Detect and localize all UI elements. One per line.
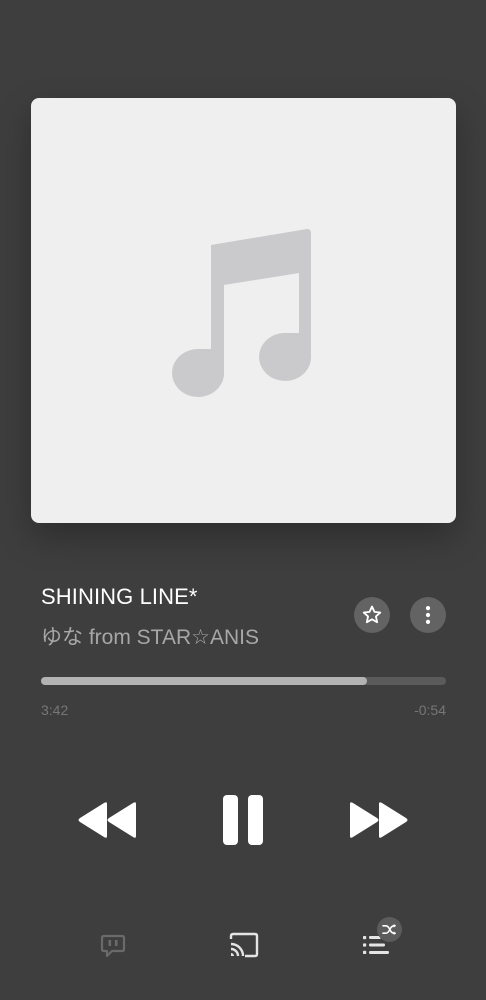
progress-bar[interactable] bbox=[41, 677, 446, 685]
music-note-icon bbox=[171, 228, 311, 397]
pause-icon bbox=[223, 795, 263, 845]
rewind-button[interactable] bbox=[75, 795, 139, 845]
fast-forward-button[interactable] bbox=[347, 795, 411, 845]
shuffle-badge bbox=[377, 917, 402, 942]
lyrics-bubble-icon bbox=[100, 934, 126, 958]
cast-icon bbox=[229, 932, 259, 958]
now-playing-screen: SHINING LINE* ゆな from STAR☆ANIS 3:42 -0:… bbox=[0, 0, 486, 1000]
remaining-time: -0:54 bbox=[414, 702, 446, 718]
shuffle-icon bbox=[382, 923, 396, 936]
song-artist[interactable]: ゆな from STAR☆ANIS bbox=[41, 621, 259, 651]
song-title: SHINING LINE* bbox=[41, 584, 198, 609]
fast-forward-icon bbox=[350, 802, 408, 838]
pause-button[interactable] bbox=[215, 790, 271, 850]
elapsed-time: 3:42 bbox=[41, 702, 69, 718]
progress-fill bbox=[41, 677, 367, 685]
vertical-ellipsis-icon bbox=[425, 606, 431, 624]
rewind-icon bbox=[78, 802, 136, 838]
star-outline-icon bbox=[362, 605, 382, 624]
favorite-button[interactable] bbox=[354, 597, 390, 633]
cast-button[interactable] bbox=[224, 926, 264, 964]
album-artwork bbox=[31, 98, 456, 523]
more-options-button[interactable] bbox=[410, 597, 446, 633]
lyrics-button[interactable] bbox=[94, 928, 132, 964]
